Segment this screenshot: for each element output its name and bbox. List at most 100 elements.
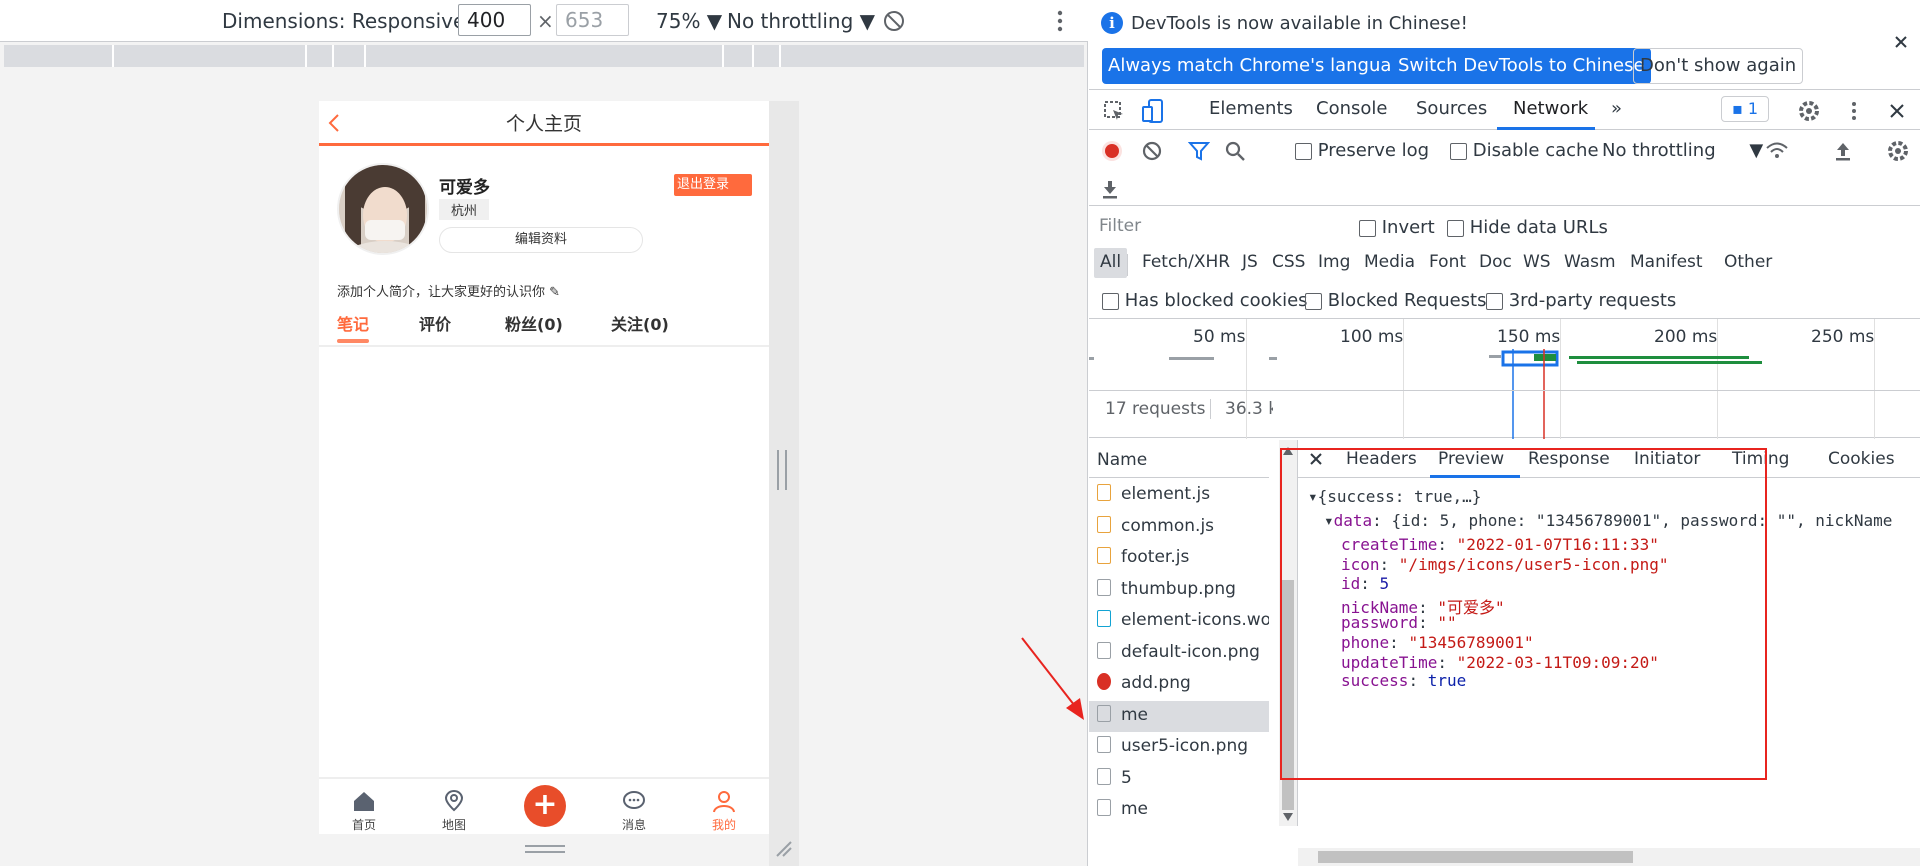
record-icon[interactable]	[1101, 140, 1123, 162]
request-name: default-icon.png	[1121, 641, 1260, 662]
type-js[interactable]: JS	[1242, 252, 1258, 272]
type-doc[interactable]: Doc	[1479, 252, 1512, 272]
dimensions-dropdown[interactable]: Dimensions: Responsive ▼	[222, 9, 487, 33]
type-manifest[interactable]: Manifest	[1630, 252, 1703, 272]
image-file-icon	[1097, 736, 1111, 753]
request-row[interactable]: element.js	[1089, 480, 1269, 511]
search-icon[interactable]	[1224, 140, 1246, 162]
tab-reviews[interactable]: 评价	[419, 311, 451, 335]
request-row[interactable]: common.js	[1089, 512, 1269, 543]
bottom-resize-handle[interactable]	[525, 845, 565, 853]
details-horizontal-scrollbar[interactable]	[1298, 848, 1920, 866]
add-button[interactable]: +	[524, 785, 566, 827]
inspect-element-icon[interactable]	[1103, 100, 1125, 122]
throttling-dropdown[interactable]: No throttling ▼	[727, 9, 875, 33]
third-party-checkbox[interactable]: 3rd-party requests	[1486, 290, 1676, 311]
divider	[319, 345, 769, 347]
corner-resize-icon[interactable]	[775, 840, 793, 858]
filter-icon[interactable]	[1188, 141, 1210, 161]
device-toolbar-icon[interactable]	[1141, 98, 1165, 124]
network-settings-gear-icon[interactable]	[1886, 139, 1910, 163]
type-other[interactable]: Other	[1724, 252, 1772, 272]
request-row[interactable]: thumbup.png	[1089, 575, 1269, 606]
type-ws[interactable]: WS	[1523, 252, 1551, 272]
network-conditions-icon[interactable]	[1765, 140, 1789, 162]
export-har-icon[interactable]	[1101, 178, 1119, 200]
height-input[interactable]: 653	[556, 4, 629, 36]
request-row[interactable]: 5	[1089, 764, 1269, 795]
request-row[interactable]: add.png	[1089, 669, 1269, 700]
nav-me[interactable]: 我的	[694, 789, 754, 833]
type-img[interactable]: Img	[1318, 252, 1350, 272]
scroll-down-icon[interactable]	[1282, 812, 1294, 822]
request-row[interactable]: default-icon.png	[1089, 638, 1269, 669]
preserve-log-checkbox[interactable]: Preserve log	[1295, 140, 1429, 161]
chat-icon	[623, 791, 645, 809]
separator	[1210, 399, 1211, 419]
intro-prompt[interactable]: 添加个人简介，让大家更好的认识你 ✎	[337, 281, 560, 300]
nav-messages[interactable]: 消息	[604, 789, 664, 833]
tab-network[interactable]: Network	[1513, 98, 1588, 119]
zoom-value: 75%	[656, 9, 701, 33]
type-css[interactable]: CSS	[1272, 252, 1305, 272]
script-file-icon	[1097, 515, 1111, 533]
request-row[interactable]: footer.js	[1089, 543, 1269, 574]
filter-input[interactable]: Filter	[1093, 214, 1329, 242]
match-language-button[interactable]: Always match Chrome's language	[1102, 48, 1420, 84]
request-row[interactable]: user5-icon.png	[1089, 732, 1269, 763]
type-wasm[interactable]: Wasm	[1564, 252, 1616, 272]
request-name: footer.js	[1121, 547, 1190, 567]
type-font[interactable]: Font	[1429, 252, 1466, 272]
scrollbar-thumb[interactable]	[1318, 851, 1633, 863]
switch-chinese-button[interactable]: Switch DevTools to Chinese	[1392, 48, 1651, 84]
nav-map[interactable]: 地图	[424, 789, 484, 833]
import-har-icon[interactable]	[1834, 140, 1852, 162]
media-query-bar[interactable]	[4, 45, 1084, 67]
settings-gear-icon[interactable]	[1797, 99, 1821, 123]
request-row[interactable]: element-icons.woff	[1089, 606, 1269, 637]
tab-console[interactable]: Console	[1316, 98, 1387, 119]
nickname: 可爱多	[439, 178, 490, 198]
width-input[interactable]: 400	[458, 4, 531, 36]
tab-fans[interactable]: 粉丝(0)	[505, 311, 563, 335]
throttling-label: No throttling	[1602, 140, 1716, 161]
tab-sources[interactable]: Sources	[1416, 98, 1487, 119]
zoom-dropdown[interactable]: 75% ▼	[656, 9, 722, 33]
edit-profile-button[interactable]: 编辑资料	[439, 227, 643, 253]
tab-cookies[interactable]: Cookies	[1828, 449, 1895, 469]
name-column-header[interactable]: Name	[1089, 440, 1269, 478]
has-blocked-cookies-checkbox[interactable]: Has blocked cookies	[1102, 290, 1308, 311]
tab-elements[interactable]: Elements	[1209, 98, 1293, 119]
close-devtools-icon[interactable]	[1890, 104, 1904, 118]
tab-following[interactable]: 关注(0)	[611, 311, 669, 335]
devtools-tabbar: Elements Console Sources Network » ▪ 1	[1089, 92, 1920, 130]
resource-type-filters: All Fetch/XHR JS CSS Img Media Font Doc …	[1089, 248, 1920, 282]
annotation-highlight-box	[1280, 448, 1767, 780]
right-resize-handle[interactable]	[777, 450, 787, 490]
network-throttling-dropdown[interactable]: No throttling ▼	[1602, 140, 1763, 161]
logout-button[interactable]: 退出登录	[674, 174, 752, 196]
checkbox-box	[1486, 292, 1503, 310]
invert-checkbox[interactable]: Invert	[1359, 217, 1435, 238]
tab-notes[interactable]: 笔记	[337, 311, 369, 335]
type-fetch-xhr[interactable]: Fetch/XHR	[1142, 252, 1230, 272]
clear-icon[interactable]	[1142, 141, 1162, 161]
avatar[interactable]	[337, 163, 429, 255]
language-infobar: i DevTools is now available in Chinese! …	[1089, 0, 1920, 90]
request-row[interactable]: me	[1089, 795, 1269, 826]
more-options-icon[interactable]	[1849, 101, 1859, 121]
type-media[interactable]: Media	[1364, 252, 1415, 272]
dont-show-again-button[interactable]: Don't show again	[1633, 48, 1804, 84]
issues-badge[interactable]: ▪ 1	[1721, 96, 1769, 122]
nav-home[interactable]: 首页	[334, 789, 394, 833]
network-toolbar: Preserve log Disable cache No throttling…	[1089, 130, 1920, 206]
more-options-icon[interactable]	[1054, 10, 1066, 32]
rotate-icon[interactable]	[882, 9, 906, 33]
blocked-requests-checkbox[interactable]: Blocked Requests	[1305, 290, 1487, 311]
more-tabs-icon[interactable]: »	[1611, 98, 1622, 119]
type-all[interactable]: All	[1094, 248, 1128, 278]
close-infobar-icon[interactable]	[1895, 36, 1907, 48]
request-row[interactable]: me	[1089, 700, 1269, 732]
hide-data-urls-checkbox[interactable]: Hide data URLs	[1447, 217, 1608, 238]
disable-cache-checkbox[interactable]: Disable cache	[1450, 140, 1599, 161]
